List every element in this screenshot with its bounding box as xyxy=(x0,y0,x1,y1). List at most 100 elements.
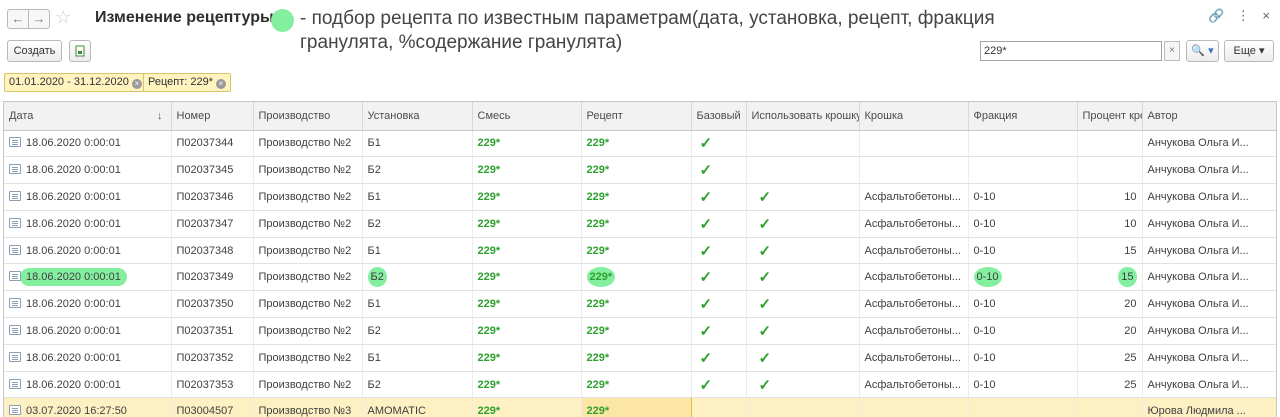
column-header[interactable]: Процент крошки xyxy=(1077,102,1143,131)
column-header[interactable]: Фракция xyxy=(968,102,1078,131)
date-filter[interactable]: 01.01.2020 - 31.12.2020 × xyxy=(4,73,147,92)
cell-crumb: Асфальтобетоны... xyxy=(859,344,969,372)
page-title: Изменение рецептуры xyxy=(95,9,274,26)
cell-use-crumb: ✓ xyxy=(746,290,860,319)
column-header[interactable]: Автор xyxy=(1142,102,1276,131)
cell-number: П02037347 xyxy=(171,210,254,238)
column-header[interactable]: Дата ↓ xyxy=(4,102,172,131)
cell-percent: 20 xyxy=(1077,290,1143,319)
document-icon xyxy=(9,244,21,255)
cell-percent: 25 xyxy=(1077,371,1143,399)
cell-unit: Б2 xyxy=(362,371,473,399)
cell-number: П03004507 xyxy=(171,397,254,417)
cell-fraction: 0-10 xyxy=(968,237,1078,265)
cell-percent: 15 xyxy=(1077,237,1143,265)
cell-percent: 10 xyxy=(1077,183,1143,211)
column-header[interactable]: Использовать крошку xyxy=(746,102,860,131)
cell-date: 18.06.2020 0:00:01 xyxy=(4,317,172,345)
cell-base xyxy=(691,397,747,417)
close-icon[interactable]: × xyxy=(1262,8,1270,23)
table-row[interactable]: 18.06.2020 0:00:01 П02037347 Производство … xyxy=(4,210,1276,238)
table-row[interactable]: 18.06.2020 0:00:01 П02037349 Производство … xyxy=(4,263,1276,292)
cell-date: 18.06.2020 0:00:01 xyxy=(4,210,172,238)
table-row[interactable]: 18.06.2020 0:00:01 П02037348 Производство … xyxy=(4,237,1276,265)
more-button[interactable]: Еще ▾ xyxy=(1224,40,1274,62)
cell-number: П02037352 xyxy=(171,344,254,372)
cell-unit: Б1 xyxy=(362,130,473,158)
cell-unit: AMOMATIC xyxy=(362,397,473,417)
search-input[interactable]: 229* xyxy=(980,41,1162,61)
clear-search-button[interactable]: × xyxy=(1164,41,1180,61)
column-header[interactable]: Крошка xyxy=(859,102,969,131)
column-header[interactable]: Производство xyxy=(253,102,363,131)
cell-mix: 229* xyxy=(472,156,582,185)
cell-author: Анчукова Ольга И... xyxy=(1142,344,1276,372)
remove-filter-icon[interactable]: × xyxy=(216,79,227,89)
cell-unit: Б1 xyxy=(362,290,473,319)
menu-icon[interactable]: ⋮ xyxy=(1237,8,1250,23)
column-header[interactable]: Смесь xyxy=(472,102,582,131)
cell-date: 18.06.2020 0:00:01 xyxy=(4,237,172,265)
table-row[interactable]: 18.06.2020 0:00:01 П02037351 Производство … xyxy=(4,317,1276,345)
forward-button[interactable]: → xyxy=(28,9,50,29)
cell-date: 18.06.2020 0:00:01 xyxy=(4,290,172,319)
column-header[interactable]: Базовый xyxy=(691,102,747,131)
table-header: Дата ↓ Номер Производство Установка Смесь Реце… xyxy=(4,102,1276,131)
cell-crumb xyxy=(859,156,969,185)
cell-author: Анчукова Ольга И... xyxy=(1142,156,1276,185)
cell-crumb: Асфальтобетоны... xyxy=(859,263,969,292)
cell-use-crumb: ✓ xyxy=(746,237,860,265)
cell-recipe: 229* xyxy=(580,397,692,417)
recipe-filter[interactable]: Рецепт: 229* × xyxy=(143,73,232,92)
cell-date: 03.07.2020 16:27:50 xyxy=(4,397,172,417)
remove-filter-icon[interactable]: × xyxy=(131,79,142,89)
cell-crumb: Асфальтобетоны... xyxy=(859,317,969,345)
cell-base: ✓ xyxy=(691,317,747,345)
table-row[interactable]: 18.06.2020 0:00:01 П02037353 Производство … xyxy=(4,371,1276,399)
column-header[interactable]: Установка xyxy=(362,102,473,131)
table-row[interactable]: 03.07.2020 16:27:50 П03004507 Производство… xyxy=(4,397,1276,417)
cell-crumb: Асфальтобетоны... xyxy=(859,237,969,265)
cell-production: Производство №2 xyxy=(253,317,363,345)
cell-percent: 20 xyxy=(1077,317,1143,345)
cell-author: Юрова Людмила ... xyxy=(1142,397,1276,417)
find-button[interactable]: 🔍 ▾ xyxy=(1186,40,1219,62)
cell-unit: Б2 xyxy=(362,210,473,238)
table-row[interactable]: 18.06.2020 0:00:01 П02037352 Производство … xyxy=(4,344,1276,372)
cell-recipe: 229* xyxy=(581,156,692,185)
back-button[interactable]: ← xyxy=(7,9,29,29)
cell-mix: 229* xyxy=(472,317,582,345)
cell-recipe: 229* xyxy=(581,263,692,292)
cell-number: П02037345 xyxy=(171,156,254,185)
cell-use-crumb: ✓ xyxy=(746,317,860,345)
cell-use-crumb: ✓ xyxy=(746,344,860,372)
cell-fraction: 0-10 xyxy=(968,344,1078,372)
cell-crumb: Асфальтобетоны... xyxy=(859,210,969,238)
cell-date: 18.06.2020 0:00:01 xyxy=(4,371,172,399)
legend-dot xyxy=(271,9,294,32)
cell-number: П02037353 xyxy=(171,371,254,399)
document-icon xyxy=(9,271,21,282)
table-row[interactable]: 18.06.2020 0:00:01 П02037346 Производство … xyxy=(4,183,1276,211)
cell-author: Анчукова Ольга И... xyxy=(1142,290,1276,319)
table-row[interactable]: 18.06.2020 0:00:01 П02037350 Производство … xyxy=(4,290,1276,319)
cell-use-crumb xyxy=(746,156,860,185)
cell-unit: Б2 xyxy=(362,263,473,292)
table-row[interactable]: 18.06.2020 0:00:01 П02037344 Производство … xyxy=(4,130,1276,158)
column-header[interactable]: Номер xyxy=(171,102,254,131)
cell-recipe: 229* xyxy=(581,130,692,158)
document-icon xyxy=(75,45,85,57)
cell-percent: 10 xyxy=(1077,210,1143,238)
table-row[interactable]: 18.06.2020 0:00:01 П02037345 Производство … xyxy=(4,156,1276,185)
cell-mix: 229* xyxy=(472,183,582,211)
link-icon[interactable]: 🔗 xyxy=(1208,8,1224,23)
cell-recipe: 229* xyxy=(581,237,692,265)
cell-unit: Б2 xyxy=(362,156,473,185)
create-button[interactable]: Создать xyxy=(7,40,62,62)
cell-fraction: 0-10 xyxy=(968,263,1078,292)
star-icon[interactable]: ☆ xyxy=(55,7,71,28)
cell-percent xyxy=(1077,130,1143,158)
document-icon-button[interactable] xyxy=(69,40,91,62)
cell-number: П02037349 xyxy=(171,263,254,292)
column-header[interactable]: Рецепт xyxy=(581,102,692,131)
